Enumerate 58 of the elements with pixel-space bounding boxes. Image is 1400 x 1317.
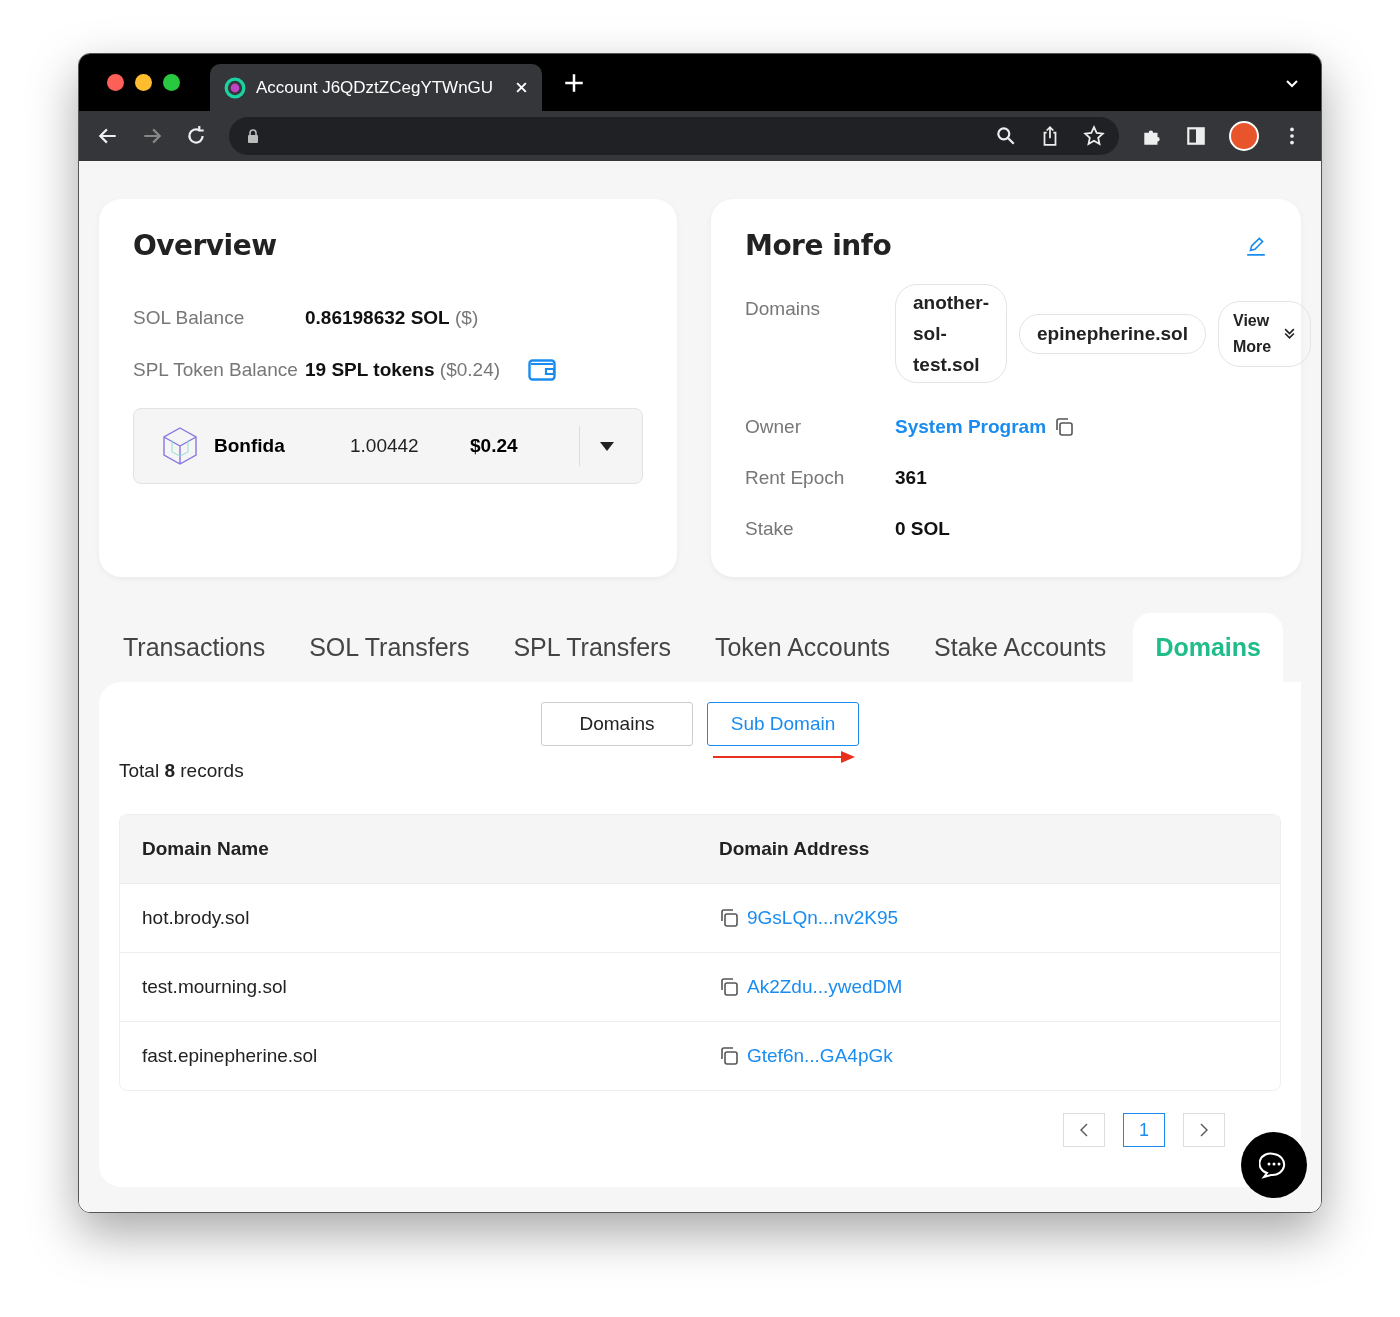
token-name: Bonfida <box>214 435 286 457</box>
record-count: Total 8 records <box>119 760 245 782</box>
token-row[interactable]: Bonfida 1.00442 $0.24 <box>133 408 643 484</box>
field-label: SPL Token Balance <box>133 359 299 381</box>
lock-icon <box>247 129 259 143</box>
chevron-right-icon <box>1199 1123 1209 1137</box>
column-header: Domain Name <box>141 838 270 860</box>
tab-list-icon[interactable] <box>1285 77 1299 88</box>
field-value: 19 SPL tokens ($0.24) <box>305 359 501 381</box>
sidebar-icon[interactable] <box>1185 125 1207 147</box>
token-amount: 1.00442 <box>350 435 420 457</box>
maximize-window-button[interactable] <box>163 74 180 91</box>
domain-chip[interactable]: another-sol-test.sol <box>895 284 1007 383</box>
tab[interactable]: SPL Transfers <box>491 613 693 682</box>
reload-icon[interactable] <box>185 125 207 147</box>
field-value: 0 SOL <box>895 517 950 540</box>
double-chevron-icon <box>1283 327 1296 340</box>
new-tab-icon[interactable] <box>564 72 584 93</box>
chevron-left-icon <box>1079 1123 1089 1137</box>
cube-icon <box>162 426 198 466</box>
field-label: Stake <box>745 517 795 540</box>
browser-tab[interactable]: Account J6QDztZCegYTWnGU <box>210 64 542 111</box>
field-value: 0.86198632 SOL ($) <box>305 307 479 329</box>
tab[interactable]: Token Accounts <box>692 613 913 682</box>
segment-button[interactable]: Sub Domain <box>707 702 859 746</box>
profile-avatar[interactable] <box>1229 121 1259 151</box>
copy-icon[interactable] <box>719 977 739 997</box>
tab-title: Account J6QDztZCegYTWnGU <box>256 77 495 98</box>
tab[interactable]: SOL Transfers <box>287 613 492 682</box>
copy-icon[interactable] <box>1054 416 1075 437</box>
field-label: Domains <box>745 297 821 320</box>
view-more-button[interactable]: View More <box>1218 300 1311 367</box>
star-icon[interactable] <box>1083 125 1105 147</box>
field-label: Owner <box>745 415 802 438</box>
field-value: 361 <box>895 466 927 489</box>
address-link[interactable]: Gtef6n...GA4pGk <box>747 1045 893 1067</box>
edit-icon[interactable] <box>1245 235 1267 257</box>
tab[interactable]: Transactions <box>101 613 288 682</box>
segment-button[interactable]: Domains <box>541 702 693 746</box>
card-title: Overview <box>133 229 278 262</box>
table-cell-text: hot.brody.sol <box>141 907 251 929</box>
minimize-window-button[interactable] <box>135 74 152 91</box>
search-icon[interactable] <box>995 125 1017 147</box>
tab[interactable]: Stake Accounts <box>912 613 1129 682</box>
table-cell-text: test.mourning.sol <box>141 976 288 998</box>
table-cell-text: fast.epinepherine.sol <box>141 1045 319 1067</box>
token-value: $0.24 <box>470 435 519 457</box>
card-title: More info <box>745 229 892 262</box>
close-tab-icon[interactable] <box>515 81 528 94</box>
field-label: SOL Balance <box>133 307 246 329</box>
copy-icon[interactable] <box>719 908 739 928</box>
column-header: Domain Address <box>718 838 871 860</box>
site-logo-icon <box>224 76 246 99</box>
close-window-button[interactable] <box>107 74 124 91</box>
caret-icon[interactable] <box>600 441 614 451</box>
copy-icon[interactable] <box>719 1046 739 1066</box>
wallet-icon[interactable] <box>528 359 557 381</box>
field-label: Rent Epoch <box>745 466 846 489</box>
